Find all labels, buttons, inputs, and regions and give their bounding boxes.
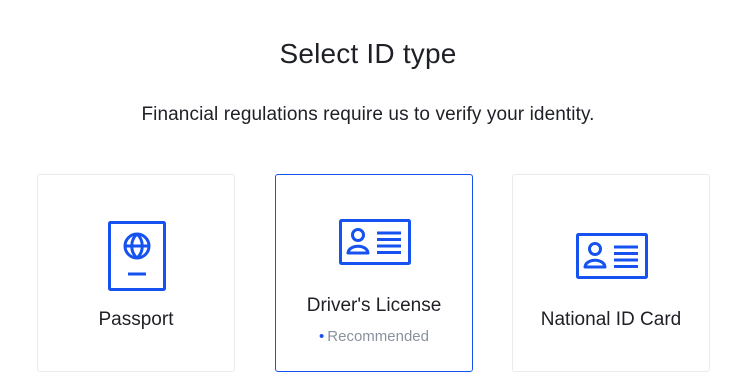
id-card-icon <box>576 233 648 279</box>
select-id-page: Select ID type Financial regulations req… <box>0 0 736 384</box>
bullet-dot: • <box>319 328 325 345</box>
passport-option-card[interactable]: Passport <box>37 174 235 372</box>
drivers-license-option-card[interactable]: Driver's License • Recommended <box>275 174 473 372</box>
page-subtitle: Financial regulations require us to veri… <box>141 104 595 125</box>
id-card-icon <box>339 219 411 265</box>
passport-icon <box>108 221 166 291</box>
national-id-label: National ID Card <box>540 309 682 330</box>
recommended-badge: • Recommended <box>276 328 472 345</box>
passport-label: Passport <box>98 309 174 330</box>
drivers-license-label: Driver's License <box>306 295 442 316</box>
page-title: Select ID type <box>279 38 457 69</box>
recommended-text: Recommended <box>327 328 429 345</box>
national-id-option-card[interactable]: National ID Card <box>512 174 710 372</box>
